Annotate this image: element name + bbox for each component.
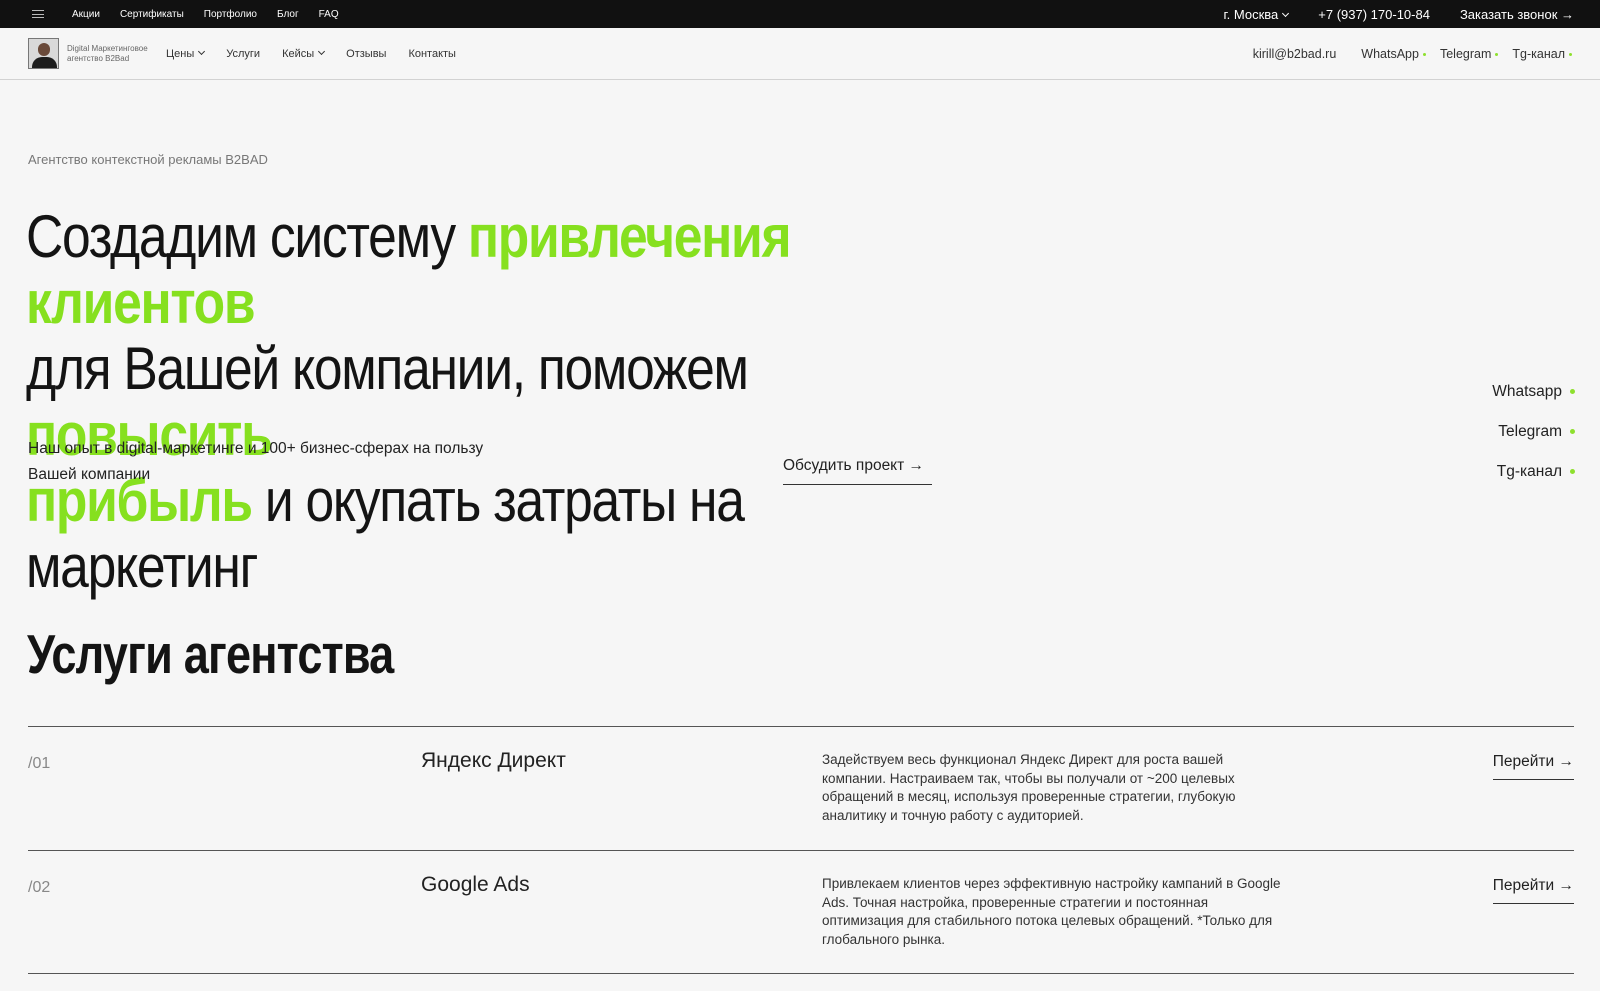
service-go-link[interactable]: Перейти → xyxy=(1492,753,1574,780)
top-link-faq[interactable]: FAQ xyxy=(319,9,339,20)
discuss-project-button[interactable]: Обсудить проект → xyxy=(783,457,932,485)
service-row: /01 Яндекс Директ Задействуем весь функц… xyxy=(28,726,1574,850)
tg-channel-link[interactable]: Tg-канал xyxy=(1512,47,1572,61)
city-select[interactable]: г. Москва xyxy=(1223,6,1290,22)
side-link-label: Telegram xyxy=(1498,423,1562,440)
status-dot-icon xyxy=(1570,469,1575,474)
nav-item-services[interactable]: Услуги xyxy=(226,48,260,60)
phone-link[interactable]: +7 (937) 170-10-84 xyxy=(1318,7,1430,22)
top-link-blog[interactable]: Блог xyxy=(277,9,299,20)
top-right: г. Москва +7 (937) 170-10-84 Заказать зв… xyxy=(1224,0,1574,28)
top-bar: Акции Сертификаты Портфолио Блог FAQ г. … xyxy=(0,0,1600,28)
side-messengers: Whatsapp Telegram Tg-канал xyxy=(1492,383,1575,503)
service-go-link[interactable]: Перейти → xyxy=(1492,877,1574,904)
status-dot-icon xyxy=(1569,53,1572,56)
side-telegram-link[interactable]: Telegram xyxy=(1492,423,1575,463)
services-title: Услуги агентства xyxy=(27,623,394,685)
top-link-portfolio[interactable]: Портфолио xyxy=(204,9,257,20)
avatar-body xyxy=(32,57,57,68)
telegram-link[interactable]: Telegram xyxy=(1439,47,1499,61)
hero-headline: Создадим систему привлечения клиентов дл… xyxy=(26,204,852,600)
status-dot-icon xyxy=(1422,53,1426,56)
nav-item-cases[interactable]: Кейсы xyxy=(282,47,326,60)
avatar[interactable] xyxy=(28,38,59,69)
email-link[interactable]: kirill@b2bad.ru xyxy=(1253,47,1337,61)
telegram-label: Telegram xyxy=(1439,47,1492,61)
main-nav: Digital Маркетинговое агентство B2Bad Це… xyxy=(0,28,1600,80)
side-tg-channel-link[interactable]: Tg-канал xyxy=(1492,463,1575,503)
hero-text: для Вашей компании, поможем xyxy=(26,335,749,402)
nav-item-reviews[interactable]: Отзывы xyxy=(346,48,386,60)
service-description: Задействуем весь функционал Яндекс Дирек… xyxy=(822,752,1236,823)
avatar-head xyxy=(38,43,50,56)
nav-item-contacts[interactable]: Контакты xyxy=(408,48,456,60)
service-number: /01 xyxy=(28,755,51,772)
chevron-down-icon xyxy=(198,47,206,56)
menu-icon[interactable] xyxy=(32,10,44,18)
nav-contacts: kirill@b2bad.ru WhatsApp Telegram Tg-кан… xyxy=(1253,28,1572,80)
service-name: Google Ads xyxy=(421,873,530,896)
brand-label[interactable]: Digital Маркетинговое агентство B2Bad xyxy=(67,44,162,64)
service-row: /02 Google Ads Привлекаем клиентов через… xyxy=(28,850,1574,974)
services-list: /01 Яндекс Директ Задействуем весь функц… xyxy=(28,726,1574,974)
chevron-down-icon xyxy=(318,47,326,56)
city-label: г. Москва xyxy=(1223,6,1279,22)
whatsapp-link[interactable]: WhatsApp xyxy=(1361,47,1426,61)
status-dot-icon xyxy=(1570,389,1575,394)
nav-item-label: Кейсы xyxy=(282,48,315,60)
nav-links: Цены Услуги Кейсы Отзывы Контакты xyxy=(166,28,456,80)
service-description: Привлекаем клиентов через эффективную на… xyxy=(822,876,1281,947)
top-link-promo[interactable]: Акции xyxy=(72,9,100,20)
side-whatsapp-link[interactable]: Whatsapp xyxy=(1492,383,1575,423)
tg-channel-label: Tg-канал xyxy=(1512,47,1565,61)
service-name: Яндекс Директ xyxy=(421,749,566,772)
nav-item-prices[interactable]: Цены xyxy=(166,47,206,60)
hero-subtitle-line: Наш опыт в digital-маркетинге и 100+ биз… xyxy=(28,440,484,457)
chevron-down-icon xyxy=(1282,9,1290,17)
whatsapp-label: WhatsApp xyxy=(1361,47,1419,61)
hero-subtitle: Наш опыт в digital-маркетинге и 100+ биз… xyxy=(28,436,548,488)
hero-kicker: Агентство контекстной рекламы B2BAD xyxy=(28,152,268,167)
hero-text: Создадим систему xyxy=(26,203,468,270)
top-links: Акции Сертификаты Портфолио Блог FAQ xyxy=(72,0,339,28)
status-dot-icon xyxy=(1495,53,1499,56)
hero-subtitle-line: Вашей компании xyxy=(28,466,151,483)
service-number: /02 xyxy=(28,879,51,896)
side-link-label: Tg-канал xyxy=(1496,463,1562,480)
side-link-label: Whatsapp xyxy=(1492,383,1562,400)
nav-item-label: Цены xyxy=(166,48,195,60)
top-link-certificates[interactable]: Сертификаты xyxy=(120,9,184,20)
status-dot-icon xyxy=(1570,429,1575,434)
callback-button[interactable]: Заказать звонок → xyxy=(1460,7,1574,22)
